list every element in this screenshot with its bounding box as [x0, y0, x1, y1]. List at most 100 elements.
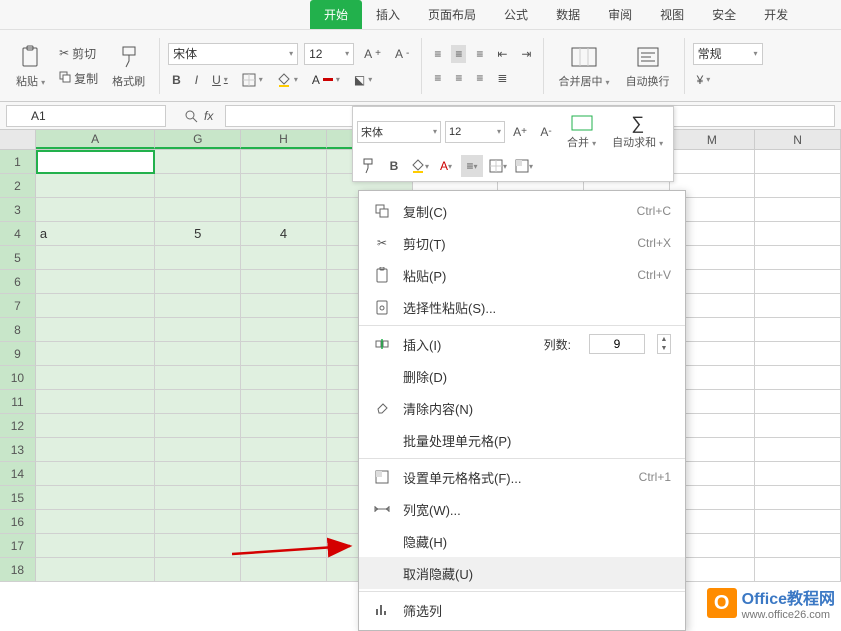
- row-header[interactable]: 5: [0, 246, 36, 270]
- cell[interactable]: [155, 342, 241, 366]
- font-color-button[interactable]: A ▾: [308, 71, 344, 89]
- number-format-select[interactable]: 常规▾: [693, 43, 763, 65]
- row-header[interactable]: 1: [0, 150, 36, 174]
- ft-shrink-font-icon[interactable]: A-: [535, 121, 557, 143]
- ft-cell-icon[interactable]: ▾: [513, 155, 535, 177]
- cm-spinner[interactable]: ▲▼: [657, 334, 671, 354]
- cell[interactable]: [36, 198, 156, 222]
- cell[interactable]: [241, 342, 327, 366]
- cell[interactable]: [241, 294, 327, 318]
- tab-review[interactable]: 审阅: [594, 0, 646, 29]
- underline-button[interactable]: U ▾: [208, 71, 232, 89]
- cell[interactable]: [155, 462, 241, 486]
- cm-clear[interactable]: 清除内容(N): [359, 392, 685, 424]
- cell[interactable]: [241, 150, 327, 174]
- border-button[interactable]: ▾: [238, 71, 267, 89]
- cell[interactable]: [755, 390, 841, 414]
- cell[interactable]: [155, 270, 241, 294]
- cm-cut[interactable]: ✂ 剪切(T) Ctrl+X: [359, 227, 685, 259]
- row-header[interactable]: 3: [0, 198, 36, 222]
- cell[interactable]: [241, 390, 327, 414]
- cell[interactable]: [155, 246, 241, 270]
- merge-icon[interactable]: [570, 43, 598, 71]
- cell[interactable]: [155, 174, 241, 198]
- cell[interactable]: [155, 486, 241, 510]
- cell[interactable]: [36, 150, 156, 174]
- col-header-M[interactable]: M: [670, 130, 756, 149]
- row-header[interactable]: 4: [0, 222, 36, 246]
- cell[interactable]: [36, 174, 156, 198]
- tab-insert[interactable]: 插入: [362, 0, 414, 29]
- col-header-N[interactable]: N: [755, 130, 841, 149]
- cell[interactable]: [241, 510, 327, 534]
- format-painter-icon[interactable]: [115, 43, 143, 71]
- row-header[interactable]: 7: [0, 294, 36, 318]
- cell[interactable]: [755, 438, 841, 462]
- cell[interactable]: [36, 486, 156, 510]
- cell[interactable]: [155, 198, 241, 222]
- ft-merge-button[interactable]: 合并 ▾: [561, 111, 602, 152]
- cm-filter[interactable]: 筛选列: [359, 594, 685, 626]
- bold-button[interactable]: B: [168, 71, 185, 89]
- cell[interactable]: [36, 558, 156, 582]
- cell[interactable]: [755, 222, 841, 246]
- cell[interactable]: [755, 150, 841, 174]
- cell[interactable]: [155, 390, 241, 414]
- cell[interactable]: [241, 174, 327, 198]
- cell[interactable]: [36, 342, 156, 366]
- cell[interactable]: [155, 438, 241, 462]
- row-header[interactable]: 2: [0, 174, 36, 198]
- cell[interactable]: [755, 462, 841, 486]
- cm-batch[interactable]: 批量处理单元格(P): [359, 424, 685, 456]
- cell[interactable]: [241, 318, 327, 342]
- italic-button[interactable]: I: [191, 71, 202, 89]
- ft-grow-font-icon[interactable]: A+: [509, 121, 531, 143]
- select-all-corner[interactable]: [0, 130, 36, 149]
- cell[interactable]: [155, 318, 241, 342]
- row-header[interactable]: 13: [0, 438, 36, 462]
- cell[interactable]: [241, 366, 327, 390]
- cell[interactable]: [755, 510, 841, 534]
- shrink-font-icon[interactable]: A-: [391, 45, 413, 63]
- tab-dev[interactable]: 开发: [750, 0, 802, 29]
- cell[interactable]: [241, 414, 327, 438]
- cell[interactable]: [755, 198, 841, 222]
- tab-view[interactable]: 视图: [646, 0, 698, 29]
- cm-delete[interactable]: 删除(D): [359, 360, 685, 392]
- cell[interactable]: [36, 318, 156, 342]
- font-size-select[interactable]: 12▾: [304, 43, 354, 65]
- row-header[interactable]: 6: [0, 270, 36, 294]
- ft-border-icon[interactable]: ▾: [487, 155, 509, 177]
- cell[interactable]: [36, 510, 156, 534]
- cm-col-width[interactable]: 列宽(W)...: [359, 493, 685, 525]
- cm-copy[interactable]: 复制(C) Ctrl+C: [359, 195, 685, 227]
- currency-icon[interactable]: ¥ ▾: [693, 71, 715, 89]
- font-select[interactable]: 宋体▾: [168, 43, 298, 65]
- cell[interactable]: [241, 462, 327, 486]
- cell[interactable]: [155, 150, 241, 174]
- cell[interactable]: [241, 486, 327, 510]
- row-header[interactable]: 11: [0, 390, 36, 414]
- align-middle-icon[interactable]: ≡: [451, 45, 466, 63]
- cell[interactable]: [755, 414, 841, 438]
- tab-formula[interactable]: 公式: [490, 0, 542, 29]
- paste-icon[interactable]: [17, 43, 45, 71]
- cell[interactable]: [241, 198, 327, 222]
- cell[interactable]: [670, 150, 756, 174]
- align-right-icon[interactable]: ≡: [472, 69, 487, 87]
- cm-format[interactable]: 设置单元格格式(F)... Ctrl+1: [359, 461, 685, 493]
- ft-font-color-icon[interactable]: A▾: [435, 155, 457, 177]
- tab-layout[interactable]: 页面布局: [414, 0, 490, 29]
- cell[interactable]: [36, 414, 156, 438]
- cell[interactable]: [241, 558, 327, 582]
- cell[interactable]: [755, 558, 841, 582]
- cell[interactable]: [155, 558, 241, 582]
- row-header[interactable]: 15: [0, 486, 36, 510]
- cell[interactable]: a: [36, 222, 156, 246]
- row-header[interactable]: 10: [0, 366, 36, 390]
- cell[interactable]: [155, 414, 241, 438]
- cm-unhide[interactable]: 取消隐藏(U): [359, 557, 685, 589]
- effects-button[interactable]: ⬕ ▾: [350, 71, 376, 89]
- fx-icon[interactable]: fx: [184, 109, 213, 123]
- row-header[interactable]: 18: [0, 558, 36, 582]
